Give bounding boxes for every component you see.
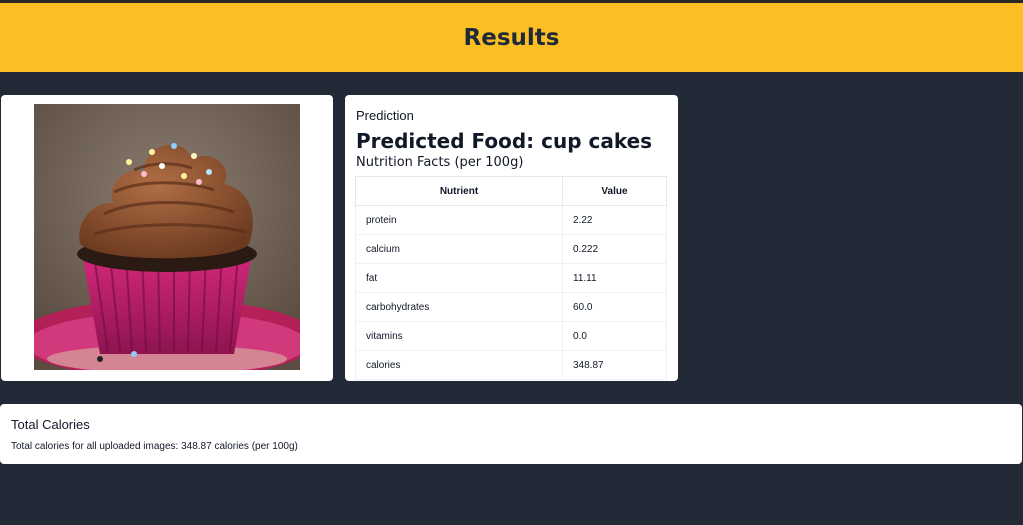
value-cell: 11.11 (562, 263, 667, 293)
total-calories-title: Total Calories (11, 417, 90, 432)
total-calories-text: Total calories for all uploaded images: … (11, 441, 298, 452)
value-cell: 0.0 (562, 321, 667, 351)
total-calories-card: Total Calories Total calories for all up… (0, 404, 1022, 464)
image-card (1, 95, 333, 381)
cupcake-illustration (34, 104, 300, 370)
table-row: calories 348.87 (355, 350, 667, 380)
column-header-value: Value (562, 176, 667, 206)
nutrient-cell: fat (355, 263, 563, 293)
nutrient-cell: calories (355, 350, 563, 380)
page-title: Results (463, 24, 560, 51)
nutrition-table: Nutrient Value protein 2.22 calcium 0.22… (355, 176, 667, 380)
prediction-label: Prediction (356, 108, 414, 123)
value-cell: 0.222 (562, 234, 667, 264)
column-header-nutrient: Nutrient (355, 176, 563, 206)
nutrition-facts-title: Nutrition Facts (per 100g) (356, 155, 524, 170)
results-header: Results (0, 3, 1023, 72)
value-cell: 348.87 (562, 350, 667, 380)
table-row: carbohydrates 60.0 (355, 292, 667, 322)
table-row: fat 11.11 (355, 263, 667, 293)
nutrient-cell: calcium (355, 234, 563, 264)
value-cell: 60.0 (562, 292, 667, 322)
food-image (34, 104, 300, 370)
nutrient-cell: protein (355, 205, 563, 235)
table-row: protein 2.22 (355, 205, 667, 235)
nutrient-cell: vitamins (355, 321, 563, 351)
table-row: vitamins 0.0 (355, 321, 667, 351)
prediction-card: Prediction Predicted Food: cup cakes Nut… (345, 95, 678, 381)
table-header-row: Nutrient Value (355, 176, 667, 206)
predicted-food-title: Predicted Food: cup cakes (356, 129, 653, 153)
table-row: calcium 0.222 (355, 234, 667, 264)
nutrient-cell: carbohydrates (355, 292, 563, 322)
value-cell: 2.22 (562, 205, 667, 235)
